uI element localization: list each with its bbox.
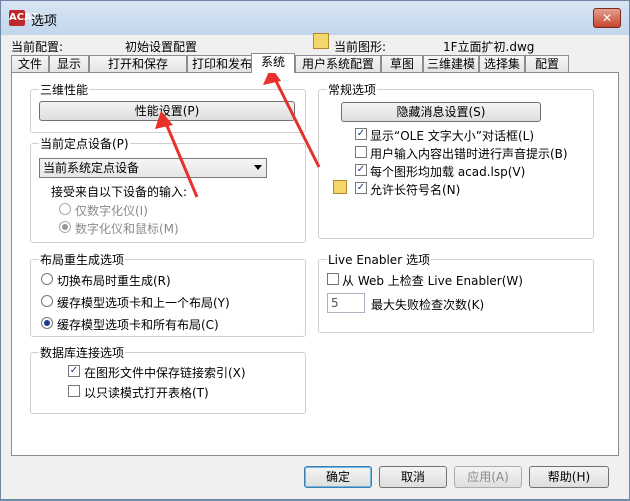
digitizer-only-radio[interactable] — [59, 203, 71, 215]
beep-on-error-checkbox[interactable] — [355, 146, 367, 158]
group-title-layout-regen: 布局重生成选项 — [39, 251, 126, 268]
max-failed-checks-input[interactable]: 5 — [327, 293, 365, 313]
beep-on-error-label: 用户输入内容出错时进行声音提示(B) — [370, 147, 568, 161]
long-symbol-names-checkbox[interactable]: ✓ — [355, 182, 367, 194]
tab-open-save[interactable]: 打开和保存 — [89, 55, 187, 72]
cache-model-all-layouts-label: 缓存模型选项卡和所有布局(C) — [57, 318, 219, 332]
readonly-tables-checkbox[interactable] — [68, 385, 80, 397]
group-pointing-device: 当前定点设备(P) 当前系统定点设备 接受来自以下设备的输入: 仅数字化仪(I)… — [30, 135, 306, 243]
performance-settings-button[interactable]: 性能设置(P) — [39, 101, 295, 121]
load-acad-lsp-checkbox[interactable]: ✓ — [355, 164, 367, 176]
accept-input-label: 接受来自以下设备的输入: — [51, 185, 188, 199]
tab-plot-publish[interactable]: 打印和发布 — [187, 55, 257, 72]
tab-3d-modeling[interactable]: 三维建模 — [423, 55, 479, 72]
save-link-index-checkbox[interactable]: ✓ — [68, 365, 80, 377]
help-button[interactable]: 帮助(H) — [529, 466, 609, 488]
group-title-general-options: 常规选项 — [327, 81, 378, 98]
group-3d-performance: 三维性能 性能设置(P) — [30, 81, 306, 133]
profile-row: 当前配置: 初始设置配置 当前图形: 1F立面扩初.dwg — [1, 33, 629, 55]
cache-model-last-layout-label: 缓存模型选项卡和上一个布局(Y) — [57, 296, 230, 310]
window-title: 选项 — [31, 14, 58, 29]
close-button[interactable]: ✕ — [593, 8, 621, 28]
tab-display[interactable]: 显示 — [49, 55, 89, 72]
drawing-label: 当前图形: — [334, 40, 387, 54]
regen-on-switch-label: 切换布局时重生成(R) — [57, 274, 171, 288]
group-live-enabler: Live Enabler 选项 从 Web 上检查 Live Enabler(W… — [318, 251, 594, 333]
options-dialog: ACAD 选项 ✕ 当前配置: 初始设置配置 当前图形: 1F立面扩初.dwg … — [0, 0, 630, 500]
digitizer-and-mouse-radio[interactable] — [59, 221, 71, 233]
ole-text-size-label: 显示“OLE 文字大小”对话框(L) — [370, 129, 535, 143]
digitizer-only-label: 仅数字化仪(I) — [75, 204, 148, 218]
check-web-live-enabler-label: 从 Web 上检查 Live Enabler(W) — [342, 274, 523, 288]
group-title-live-enabler: Live Enabler 选项 — [327, 251, 431, 268]
cache-model-last-layout-radio[interactable] — [41, 295, 53, 307]
regen-on-switch-radio[interactable] — [41, 273, 53, 285]
readonly-tables-label: 以只读模式打开表格(T) — [84, 386, 209, 400]
tab-profiles[interactable]: 配置 — [525, 55, 569, 72]
ok-button[interactable]: 确定 — [304, 466, 372, 488]
group-layout-regen: 布局重生成选项 切换布局时重生成(R) 缓存模型选项卡和上一个布局(Y) 缓存模… — [30, 251, 306, 337]
long-names-icon — [333, 180, 347, 194]
tab-selection[interactable]: 选择集 — [479, 55, 525, 72]
dropdown-arrow-icon[interactable] — [254, 165, 262, 170]
app-icon: ACAD — [9, 10, 40, 26]
group-title-pointing-device: 当前定点设备(P) — [39, 135, 130, 152]
drawing-value: 1F立面扩初.dwg — [443, 40, 535, 54]
profile-value: 初始设置配置 — [125, 40, 198, 54]
load-acad-lsp-label: 每个图形均加载 acad.lsp(V) — [370, 165, 526, 179]
cache-model-all-layouts-radio[interactable] — [41, 317, 53, 329]
pointing-device-select[interactable]: 当前系统定点设备 — [39, 158, 267, 178]
tab-user-preferences[interactable]: 用户系统配置 — [295, 55, 381, 72]
tab-drafting[interactable]: 草图 — [381, 55, 423, 72]
close-icon[interactable]: ✕ — [602, 11, 612, 25]
tab-system[interactable]: 系统 — [251, 53, 295, 73]
group-db-connectivity: 数据库连接选项 ✓ 在图形文件中保存链接索引(X) 以只读模式打开表格(T) — [30, 344, 306, 414]
pointing-device-value: 当前系统定点设备 — [43, 161, 140, 175]
group-title-db-connectivity: 数据库连接选项 — [39, 344, 126, 361]
save-link-index-label: 在图形文件中保存链接索引(X) — [84, 366, 246, 380]
ole-text-size-checkbox[interactable]: ✓ — [355, 128, 367, 140]
cancel-button[interactable]: 取消 — [379, 466, 447, 488]
tab-files[interactable]: 文件 — [11, 55, 49, 72]
system-panel: 三维性能 性能设置(P) 当前定点设备(P) 当前系统定点设备 接受来自以下设备… — [11, 72, 619, 456]
apply-button[interactable]: 应用(A) — [454, 466, 522, 488]
group-general-options: 常规选项 隐藏消息设置(S) ✓ 显示“OLE 文字大小”对话框(L) 用户输入… — [318, 81, 594, 239]
profile-label: 当前配置: — [11, 40, 64, 54]
digitizer-and-mouse-label: 数字化仪和鼠标(M) — [75, 222, 179, 236]
group-title-3d-performance: 三维性能 — [39, 81, 90, 98]
drawing-file-icon — [313, 33, 329, 49]
title-bar: ACAD 选项 ✕ — [1, 1, 629, 35]
hidden-messages-settings-button[interactable]: 隐藏消息设置(S) — [341, 102, 541, 122]
check-web-live-enabler-checkbox[interactable] — [327, 273, 339, 285]
long-symbol-names-label: 允许长符号名(N) — [370, 183, 461, 197]
max-failed-checks-label: 最大失败检查次数(K) — [371, 298, 485, 312]
